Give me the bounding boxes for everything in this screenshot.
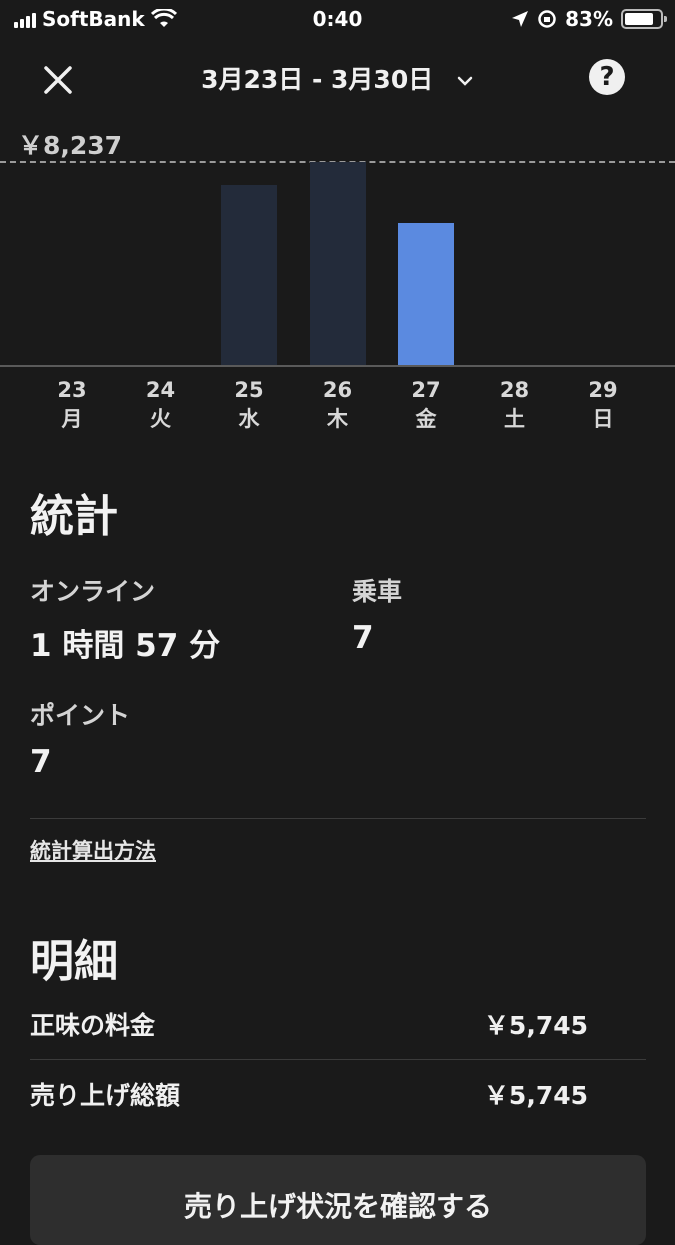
day-number: 29 (588, 378, 618, 402)
battery-percent: 83% (565, 7, 613, 31)
weekday: 月 (61, 407, 83, 431)
day-number: 28 (499, 378, 530, 402)
day-number: 23 (57, 378, 87, 402)
details-divider (30, 1059, 646, 1060)
points-label: ポイント (30, 701, 131, 730)
day-number: 26 (322, 378, 353, 402)
chart-bar-27[interactable] (398, 223, 454, 365)
earnings-bar-chart: ￥8,237 23 月 24 火 25 水 26 木 27 金 28 土 29 日 (0, 120, 675, 440)
detail-row-net-fare: 正味の料金 ￥5,745 (30, 1006, 588, 1042)
day-number: 24 (145, 378, 176, 402)
day-number: 27 (411, 378, 441, 402)
date-range-label: 3月23日 - 3月30日 (201, 65, 434, 94)
detail-amount: ￥5,745 (483, 1081, 588, 1110)
detail-label: 売り上げ総額 (30, 1081, 181, 1110)
weekday: 日 (592, 407, 614, 431)
points-value: 7 (30, 744, 52, 780)
day-label-24[interactable]: 24 火 (131, 376, 191, 434)
day-label-27[interactable]: 27 金 (396, 376, 456, 434)
day-label-29[interactable]: 29 日 (573, 376, 633, 434)
details-title: 明細 (30, 936, 118, 987)
day-label-26[interactable]: 26 木 (308, 376, 368, 434)
chart-bar-25[interactable] (221, 185, 277, 365)
nav-bar: 3月23日 - 3月30日 ? (0, 48, 675, 108)
online-label: オンライン (30, 577, 156, 606)
day-label-28[interactable]: 28 土 (485, 376, 545, 434)
online-value: 1 時間 57 分 (30, 628, 221, 664)
view-earnings-button[interactable]: 売り上げ状況を確認する (30, 1155, 646, 1245)
battery-icon (621, 9, 667, 29)
stats-title: 統計 (30, 491, 118, 542)
day-number: 25 (234, 378, 264, 402)
chart-baseline (0, 365, 675, 367)
chart-bar-26[interactable] (309, 162, 366, 365)
weekday: 水 (238, 407, 260, 431)
day-label-25[interactable]: 25 水 (219, 376, 279, 434)
help-icon[interactable]: ? (589, 59, 625, 95)
detail-amount: ￥5,745 (483, 1011, 588, 1040)
rides-value: 7 (352, 620, 374, 656)
weekday: 火 (150, 407, 171, 431)
weekday: 金 (415, 407, 437, 431)
stats-divider (30, 818, 646, 819)
detail-row-gross-sales: 売り上げ総額 ￥5,745 (30, 1076, 588, 1112)
weekday: 土 (504, 407, 525, 431)
rotation-lock-icon (538, 10, 556, 28)
rides-label: 乗車 (352, 577, 403, 606)
status-bar: SoftBank 0:40 83% (0, 0, 675, 40)
chart-max-label: ￥8,237 (18, 131, 123, 160)
location-arrow-icon (512, 11, 529, 27)
detail-label: 正味の料金 (30, 1011, 156, 1040)
chevron-down-icon (457, 76, 473, 86)
stats-method-link[interactable]: 統計算出方法 (30, 835, 156, 865)
weekday: 木 (327, 407, 348, 431)
date-range-selector[interactable]: 3月23日 - 3月30日 (0, 60, 675, 96)
day-label-23[interactable]: 23 月 (42, 376, 102, 434)
